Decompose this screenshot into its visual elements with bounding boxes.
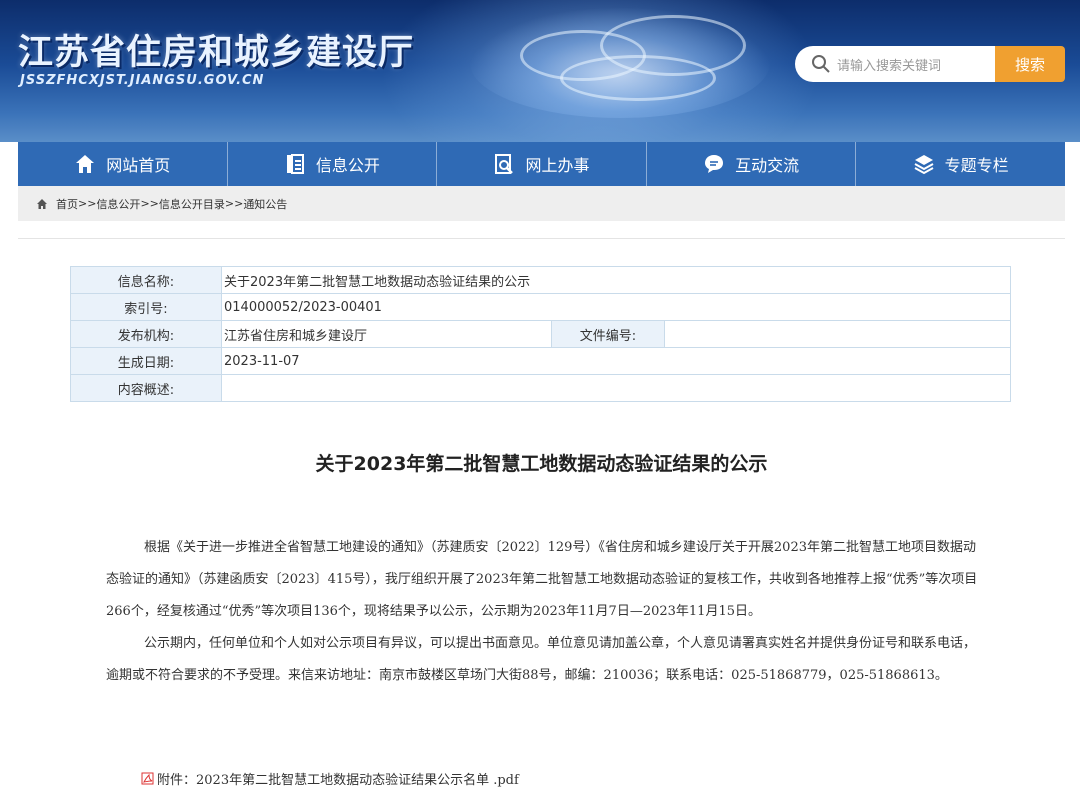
site-title: 江苏省住房和城乡建设厅 — [18, 33, 415, 73]
info-name-value: 关于2023年第二批智慧工地数据动态验证结果的公示 — [221, 266, 1011, 294]
table-row: 信息名称: 关于2023年第二批智慧工地数据动态验证结果的公示 — [70, 266, 1011, 294]
home-icon — [37, 198, 47, 209]
info-meta-table: 信息名称: 关于2023年第二批智慧工地数据动态验证结果的公示 索引号: 014… — [70, 266, 1011, 402]
nav-item-label: 网上办事 — [525, 156, 590, 175]
table-row: 发布机构: 江苏省住房和城乡建设厅 文件编号: — [70, 320, 1011, 348]
doc-number-value — [664, 320, 1011, 348]
site-header: 江苏省住房和城乡建设厅 JSSZFHCXJST.JIANGSU.GOV.CN 搜… — [0, 0, 1080, 142]
index-number-value: 014000052/2023-00401 — [221, 293, 1011, 321]
nav-item-online-service[interactable]: 网上办事 — [437, 142, 647, 186]
nav-item-special-topics[interactable]: 专题专栏 — [856, 142, 1065, 186]
pdf-icon — [141, 772, 154, 785]
index-number-label: 索引号: — [70, 293, 222, 321]
nav-item-info-public[interactable]: 信息公开 — [228, 142, 438, 186]
breadcrumb-link-catalog[interactable]: 信息公开目录 — [159, 196, 225, 212]
search-button[interactable]: 搜索 — [995, 46, 1065, 82]
document-list-icon — [286, 154, 304, 174]
nav-item-label: 互动交流 — [735, 156, 800, 175]
layers-icon — [914, 155, 934, 175]
search-box — [795, 46, 995, 84]
table-row: 内容概述: — [70, 374, 1011, 402]
search-bar: 搜索 — [795, 46, 1065, 84]
summary-value — [221, 374, 1011, 402]
breadcrumb-link-notices[interactable]: 通知公告 — [243, 196, 287, 212]
breadcrumb-home-link[interactable]: 首页 — [56, 196, 78, 212]
article-paragraph: 根据《关于进一步推进全省智慧工地建设的通知》（苏建质安〔2022〕129号）《省… — [106, 540, 978, 619]
date-value: 2023-11-07 — [221, 347, 1011, 375]
main-content: 信息名称: 关于2023年第二批智慧工地数据动态验证结果的公示 索引号: 014… — [18, 238, 1065, 794]
doc-number-label: 文件编号: — [551, 320, 665, 348]
summary-label: 内容概述: — [70, 374, 222, 402]
breadcrumb-link-info-public[interactable]: 信息公开 — [96, 196, 140, 212]
publisher-value: 江苏省住房和城乡建设厅 — [221, 320, 552, 348]
nav-item-interaction[interactable]: 互动交流 — [647, 142, 857, 186]
breadcrumb-separator: >> — [140, 197, 159, 210]
search-document-icon — [495, 154, 514, 174]
chat-bubble-icon — [705, 155, 724, 173]
article-body: 根据《关于进一步推进全省智慧工地建设的通知》（苏建质安〔2022〕129号）《省… — [106, 532, 986, 692]
nav-item-label: 信息公开 — [315, 156, 380, 175]
info-name-label: 信息名称: — [70, 266, 222, 294]
breadcrumb-separator: >> — [78, 197, 97, 210]
publisher-label: 发布机构: — [70, 320, 222, 348]
site-url: JSSZFHCXJST.JIANGSU.GOV.CN — [20, 73, 265, 88]
attachment-label: 附件：2023年第二批智慧工地数据动态验证结果公示名单 .pdf — [157, 773, 519, 788]
home-icon — [76, 155, 95, 173]
main-nav: 网站首页 信息公开 网上办事 互动交流 专题专栏 — [18, 142, 1065, 186]
nav-item-label: 专题专栏 — [944, 156, 1009, 175]
article-title: 关于2023年第二批智慧工地数据动态验证结果的公示 — [315, 453, 768, 475]
search-input[interactable] — [835, 46, 994, 84]
nav-item-label: 网站首页 — [106, 156, 171, 175]
stadium-roof-ring — [560, 55, 716, 101]
search-icon — [812, 55, 830, 73]
article-paragraph: 公示期内，任何单位和个人如对公示项目有异议，可以提出书面意见。单位意见请加盖公章… — [106, 636, 977, 683]
table-row: 索引号: 014000052/2023-00401 — [70, 293, 1011, 321]
table-row: 生成日期: 2023-11-07 — [70, 347, 1011, 375]
date-label: 生成日期: — [70, 347, 222, 375]
nav-item-home[interactable]: 网站首页 — [18, 142, 228, 186]
breadcrumb: 首页 >> 信息公开 >> 信息公开目录 >> 通知公告 — [18, 186, 1065, 221]
breadcrumb-separator: >> — [224, 197, 244, 210]
attachment-link[interactable]: 附件：2023年第二批智慧工地数据动态验证结果公示名单 .pdf — [141, 769, 519, 788]
